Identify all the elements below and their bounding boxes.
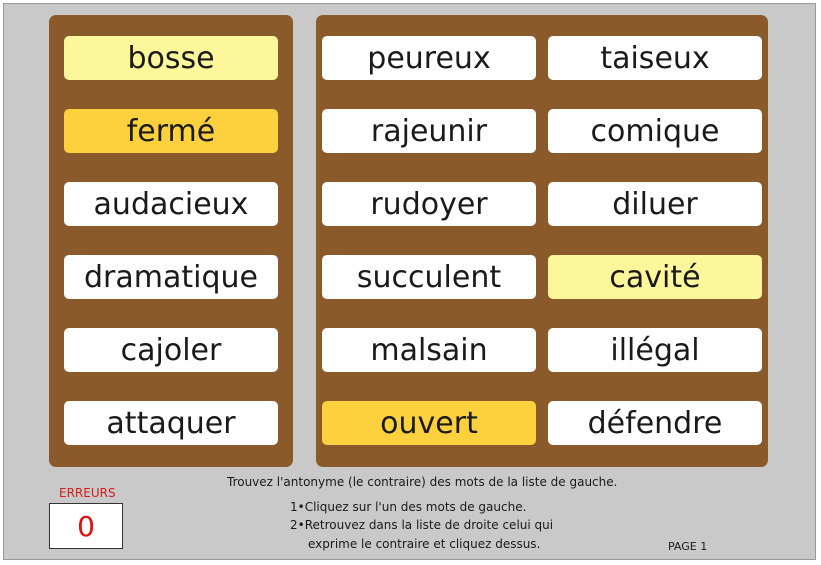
right-word-7[interactable]: succulent <box>322 255 536 299</box>
right-word-6[interactable]: diluer <box>548 182 762 226</box>
left-word-3[interactable]: audacieux <box>64 182 278 226</box>
right-word-2[interactable]: taiseux <box>548 36 762 80</box>
right-word-9[interactable]: malsain <box>322 328 536 372</box>
right-word-5[interactable]: rudoyer <box>322 182 536 226</box>
left-word-1[interactable]: bosse <box>64 36 278 80</box>
instructions-step-2-continued: exprime le contraire et cliquez dessus. <box>308 537 541 551</box>
right-word-3[interactable]: rajeunir <box>322 109 536 153</box>
instructions-title: Trouvez l'antonyme (le contraire) des mo… <box>227 475 618 489</box>
right-word-4[interactable]: comique <box>548 109 762 153</box>
right-word-11[interactable]: ouvert <box>322 401 536 445</box>
errors-counter: 0 <box>49 503 123 549</box>
right-word-8[interactable]: cavité <box>548 255 762 299</box>
right-word-12[interactable]: défendre <box>548 401 762 445</box>
left-word-5[interactable]: cajoler <box>64 328 278 372</box>
left-word-4[interactable]: dramatique <box>64 255 278 299</box>
right-word-1[interactable]: peureux <box>322 36 536 80</box>
right-word-panel: peureux taiseux rajeunir comique rudoyer… <box>316 15 768 467</box>
left-word-2[interactable]: fermé <box>64 109 278 153</box>
errors-label: ERREURS <box>59 486 116 500</box>
instructions-step-1: 1•Cliquez sur l'un des mots de gauche. <box>290 500 527 514</box>
instructions-step-2: 2•Retrouvez dans la liste de droite celu… <box>290 518 554 532</box>
left-word-panel: bosse fermé audacieux dramatique cajoler… <box>49 15 293 467</box>
left-word-6[interactable]: attaquer <box>64 401 278 445</box>
right-word-10[interactable]: illégal <box>548 328 762 372</box>
page-number: PAGE 1 <box>668 540 708 553</box>
